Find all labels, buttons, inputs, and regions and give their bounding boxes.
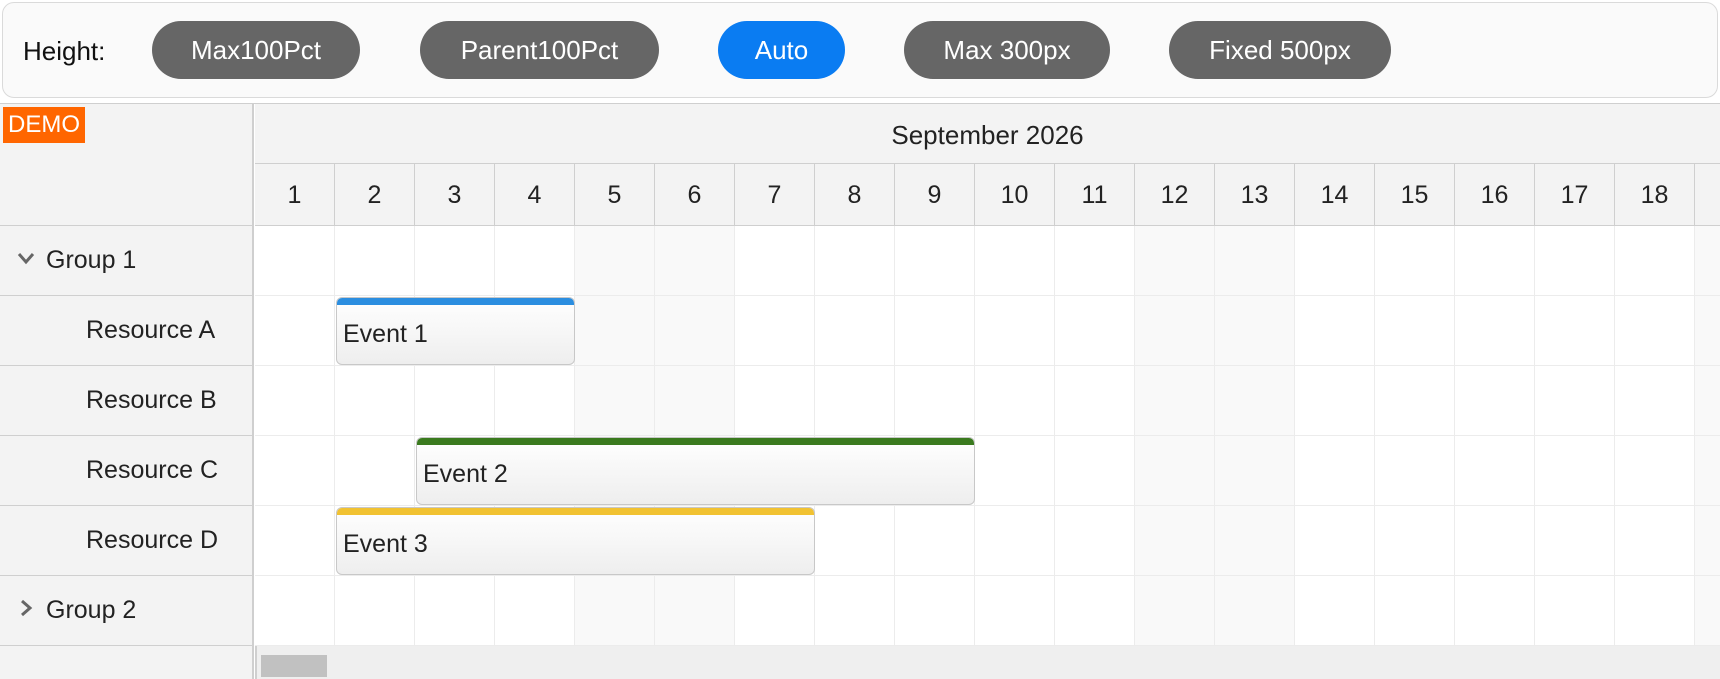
row-group-1[interactable]: Group 1 (0, 226, 254, 296)
event-color-bar (337, 298, 574, 305)
grid-column (495, 226, 575, 646)
chevron-down-icon[interactable] (16, 248, 36, 268)
grid-row-line (255, 365, 1720, 366)
resource-tree-footer (0, 646, 254, 679)
row-resource-d[interactable]: Resource D (0, 506, 254, 576)
max100pct-button[interactable]: Max100Pct (152, 21, 360, 79)
grid-column (575, 226, 655, 646)
height-toolbar: Height: Max100Pct Parent100Pct Auto Max … (2, 2, 1718, 98)
grid-column (1295, 226, 1375, 646)
height-label: Height: (23, 36, 106, 66)
row-label: Group 2 (46, 596, 137, 624)
parent100pct-button[interactable]: Parent100Pct (420, 21, 659, 79)
day-header-cell: 7 (735, 164, 815, 225)
day-header-cell: 3 (415, 164, 495, 225)
grid-column (895, 226, 975, 646)
month-title: September 2026 (891, 120, 1084, 150)
event-color-bar (337, 508, 814, 515)
grid-column (655, 226, 735, 646)
day-header-cell: 18 (1615, 164, 1695, 225)
event-title: Event 3 (343, 530, 428, 558)
day-header-cell: 16 (1455, 164, 1535, 225)
auto-button[interactable]: Auto (718, 21, 845, 79)
row-label: Resource D (86, 526, 218, 554)
day-header-cell: 8 (815, 164, 895, 225)
row-label: Resource C (86, 456, 218, 484)
scheduler-corner: DEMO (0, 104, 254, 226)
grid-column (1535, 226, 1615, 646)
grid-column (1615, 226, 1695, 646)
grid-column (1375, 226, 1455, 646)
grid-column (335, 226, 415, 646)
demo-badge: DEMO (3, 107, 85, 143)
event-2[interactable]: Event 2 (416, 437, 975, 505)
day-header-cell: 13 (1215, 164, 1295, 225)
row-label: Group 1 (46, 246, 137, 274)
timeline-grid[interactable]: Event 1 Event 2 Event 3 (255, 226, 1720, 646)
grid-column (1215, 226, 1295, 646)
day-header-cell: 2 (335, 164, 415, 225)
day-header-row: 12345678910111213141516171819 (255, 164, 1720, 225)
grid-column (255, 226, 335, 646)
day-header-cell: 11 (1055, 164, 1135, 225)
day-header-cell: 17 (1535, 164, 1615, 225)
row-group-2[interactable]: Group 2 (0, 576, 254, 646)
row-resource-b[interactable]: Resource B (0, 366, 254, 436)
max-300px-button[interactable]: Max 300px (904, 21, 1110, 79)
day-header-cell: 12 (1135, 164, 1215, 225)
day-header-cell: 5 (575, 164, 655, 225)
grid-row-line (255, 435, 1720, 436)
grid-column (735, 226, 815, 646)
row-label: Resource B (86, 386, 217, 414)
event-color-bar (417, 438, 974, 445)
day-header-cell: 6 (655, 164, 735, 225)
day-header-cell: 4 (495, 164, 575, 225)
event-title: Event 2 (423, 460, 508, 488)
timeline-header: September 2026 1 2 3 4 5 6 7 8 9 10 11 12 13 14 15 16 17… (255, 104, 1720, 226)
grid-column (415, 226, 495, 646)
day-header-cell: 10 (975, 164, 1055, 225)
day-header-cell: 19 (1695, 164, 1720, 225)
grid-column (1135, 226, 1215, 646)
fixed-500px-button[interactable]: Fixed 500px (1169, 21, 1391, 79)
grid-row-line (255, 505, 1720, 506)
grid-row-line (255, 575, 1720, 576)
chevron-right-icon[interactable] (16, 598, 36, 618)
day-header-cell: 1 (255, 164, 335, 225)
grid-row-line (255, 295, 1720, 296)
row-label: Resource A (86, 316, 216, 344)
scrollbar-thumb[interactable] (261, 655, 327, 677)
grid-column (975, 226, 1055, 646)
event-1[interactable]: Event 1 (336, 297, 575, 365)
horizontal-scrollbar[interactable] (255, 646, 1720, 679)
scheduler: DEMO September 2026 1 2 3 4 5 6 7 8 9 10 11 12 13 14 1… (0, 103, 1720, 679)
event-title: Event 1 (343, 320, 428, 348)
day-header-cell: 15 (1375, 164, 1455, 225)
day-header-cell: 14 (1295, 164, 1375, 225)
event-3[interactable]: Event 3 (336, 507, 815, 575)
day-header-cell: 9 (895, 164, 975, 225)
row-resource-a[interactable]: Resource A (0, 296, 254, 366)
grid-column (1055, 226, 1135, 646)
grid-column (1695, 226, 1720, 646)
grid-column (1455, 226, 1535, 646)
month-header: September 2026 (255, 104, 1720, 164)
row-resource-c[interactable]: Resource C (0, 436, 254, 506)
grid-column (815, 226, 895, 646)
